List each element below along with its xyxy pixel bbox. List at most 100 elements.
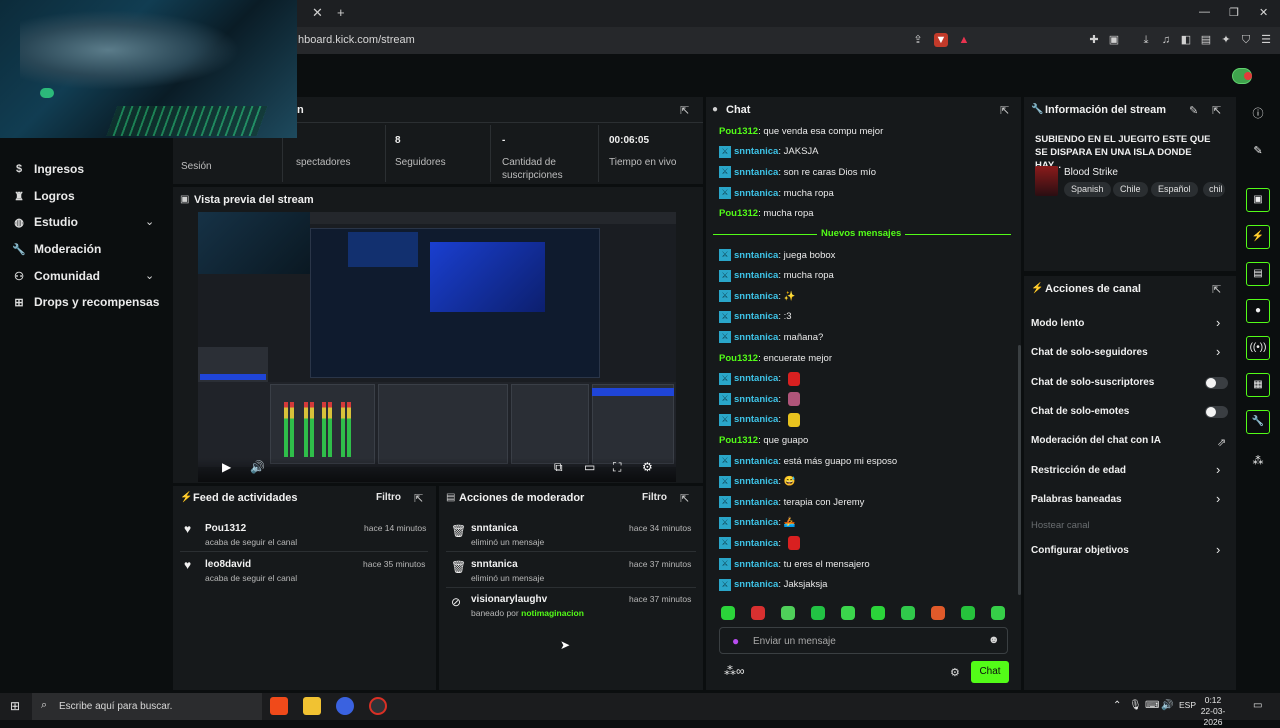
chat-message[interactable]: ⚔ snntanica: mucha ropa: [719, 186, 834, 200]
chat-message[interactable]: ⚔ snntanica: 🚣: [719, 516, 795, 530]
camera-rail-button[interactable]: ▣: [1246, 188, 1270, 212]
chat-message[interactable]: ⚔ snntanica: 😅: [719, 475, 795, 489]
chevron-right-icon[interactable]: ›: [1216, 344, 1220, 359]
mod-action-user[interactable]: snntanica: [471, 523, 518, 534]
info-icon[interactable]: ⓘ: [1246, 104, 1270, 124]
emote-icon[interactable]: [811, 606, 825, 620]
window-minimize-button[interactable]: —: [1199, 6, 1210, 18]
category-name[interactable]: Blood Strike: [1064, 167, 1118, 178]
tag[interactable]: Chile: [1113, 182, 1148, 197]
category-thumbnail[interactable]: [1035, 166, 1058, 196]
theater-icon[interactable]: ▭: [584, 460, 595, 474]
action-ai-moderation[interactable]: Moderación del chat con IA: [1031, 435, 1161, 446]
chat-username[interactable]: snntanica: [734, 291, 778, 302]
chat-username[interactable]: snntanica: [734, 146, 778, 157]
chat-message[interactable]: ⚔ snntanica: juega bobox: [719, 248, 835, 262]
wallet-icon[interactable]: ▤: [1199, 33, 1213, 47]
chat-username[interactable]: snntanica: [734, 476, 778, 487]
chat-username[interactable]: Pou1312: [719, 208, 758, 219]
broadcast-rail-button[interactable]: ((•)): [1246, 336, 1270, 360]
chat-username[interactable]: snntanica: [734, 517, 778, 528]
tag[interactable]: Español: [1151, 182, 1198, 197]
chat-username[interactable]: Pou1312: [719, 435, 758, 446]
sidebar-icon[interactable]: ◧: [1179, 33, 1193, 47]
mod-rail-button[interactable]: ▦: [1246, 373, 1270, 397]
chat-username[interactable]: Pou1312: [719, 126, 758, 137]
chat-username[interactable]: snntanica: [734, 414, 778, 425]
emote-icon[interactable]: [781, 606, 795, 620]
share-icon[interactable]: ⇪: [911, 33, 925, 47]
chat-message[interactable]: Pou1312: mucha ropa: [719, 207, 814, 221]
subscribers-only-toggle[interactable]: [1205, 377, 1228, 389]
settings-icon[interactable]: ⚙: [642, 460, 653, 474]
chat-message[interactable]: ⚔ snntanica: Jaksjaksja: [719, 578, 827, 592]
chat-rail-button[interactable]: ●: [1246, 299, 1270, 323]
sidebar-item-ingresos[interactable]: $ Ingresos: [12, 159, 84, 179]
chat-username[interactable]: snntanica: [734, 167, 778, 178]
chat-username[interactable]: snntanica: [734, 394, 778, 405]
chat-username[interactable]: snntanica: [734, 538, 778, 549]
download-icon[interactable]: ⤓: [1139, 33, 1153, 47]
chat-username[interactable]: snntanica: [734, 579, 778, 590]
network-icon[interactable]: ⌨: [1145, 700, 1159, 711]
chat-message[interactable]: ⚔ snntanica: JAKSJA: [719, 145, 819, 159]
chevron-right-icon[interactable]: ›: [1216, 462, 1220, 477]
expand-icon[interactable]: ⇱: [414, 492, 423, 505]
taskbar-search[interactable]: ⌕ Escribe aquí para buscar.: [32, 693, 262, 720]
pencil-icon[interactable]: ✎: [1189, 104, 1198, 117]
window-maximize-button[interactable]: ❐: [1229, 6, 1239, 19]
action-followers-only[interactable]: Chat de solo-seguidores: [1031, 347, 1148, 358]
language-indicator[interactable]: ESP: [1179, 700, 1196, 710]
chevron-up-icon[interactable]: ⌃: [1113, 700, 1121, 711]
external-link-icon[interactable]: ⇗: [1217, 436, 1226, 449]
chevron-right-icon[interactable]: ›: [1216, 315, 1220, 330]
chat-username[interactable]: snntanica: [734, 456, 778, 467]
expand-icon[interactable]: ⇱: [1000, 104, 1009, 117]
chevron-right-icon[interactable]: ›: [1216, 491, 1220, 506]
play-icon[interactable]: ▶: [222, 460, 231, 474]
sidebar-item-drops[interactable]: ⊞ Drops y recompensas: [12, 292, 159, 312]
chevron-down-icon[interactable]: ⌄: [145, 269, 154, 282]
emotes-only-toggle[interactable]: [1205, 406, 1228, 418]
sidebar-item-estudio[interactable]: ◍ Estudio: [12, 212, 78, 232]
window-close-button[interactable]: ✕: [1259, 6, 1268, 19]
chat-message[interactable]: ⚔ snntanica: mucha ropa: [719, 269, 834, 283]
chat-message[interactable]: ⚔ snntanica:: [719, 412, 800, 427]
chat-message[interactable]: Pou1312: que venda esa compu mejor: [719, 124, 883, 138]
extensions-icon[interactable]: ✚: [1087, 33, 1101, 47]
activity-user[interactable]: leo8david: [205, 559, 251, 570]
chat-message[interactable]: ⚔ snntanica:: [719, 392, 800, 407]
emote-icon[interactable]: [961, 606, 975, 620]
chat-settings-icon[interactable]: ⚙: [950, 666, 960, 679]
vpn-icon[interactable]: ⛉: [1239, 33, 1253, 47]
emote-icon[interactable]: [841, 606, 855, 620]
tag[interactable]: chil: [1203, 182, 1225, 197]
volume-tray-icon[interactable]: 🔊: [1161, 700, 1173, 711]
fullscreen-icon[interactable]: ⛶: [613, 460, 621, 475]
expand-icon[interactable]: ⇱: [1212, 283, 1221, 296]
emote-icon[interactable]: [901, 606, 915, 620]
chat-scrollbar[interactable]: [1018, 345, 1021, 595]
action-configure-goals[interactable]: Configurar objetivos: [1031, 545, 1129, 556]
windows-start-icon[interactable]: ⊞: [10, 699, 20, 713]
chat-message[interactable]: ⚔ snntanica: mañana?: [719, 330, 823, 344]
chat-message[interactable]: Pou1312: encuerate mejor: [719, 351, 832, 365]
chevron-right-icon[interactable]: ›: [1216, 542, 1220, 557]
new-tab-button[interactable]: +: [337, 5, 345, 20]
expand-icon[interactable]: ⇱: [680, 104, 689, 117]
document-rail-button[interactable]: ▤: [1246, 262, 1270, 286]
emote-icon[interactable]: [991, 606, 1005, 620]
chat-message[interactable]: ⚔ snntanica: ✨: [719, 289, 795, 303]
emoji-icon[interactable]: ☻: [988, 634, 1000, 646]
chat-input[interactable]: ● Enviar un mensaje ☻: [719, 627, 1008, 654]
chat-username[interactable]: snntanica: [734, 270, 778, 281]
chat-send-button[interactable]: Chat: [971, 661, 1009, 683]
chat-username[interactable]: snntanica: [734, 311, 778, 322]
chat-message[interactable]: Pou1312: que guapo: [719, 433, 808, 447]
expand-icon[interactable]: ⇱: [1212, 104, 1221, 117]
chat-username[interactable]: snntanica: [734, 188, 778, 199]
chat-message[interactable]: ⚔ snntanica: terapia con Jeremy: [719, 495, 864, 509]
taskbar-clock[interactable]: 0:12 22-03-2026: [1196, 695, 1230, 728]
moderator-name[interactable]: notimaginacion: [521, 608, 584, 618]
file-explorer-icon[interactable]: [303, 697, 321, 715]
